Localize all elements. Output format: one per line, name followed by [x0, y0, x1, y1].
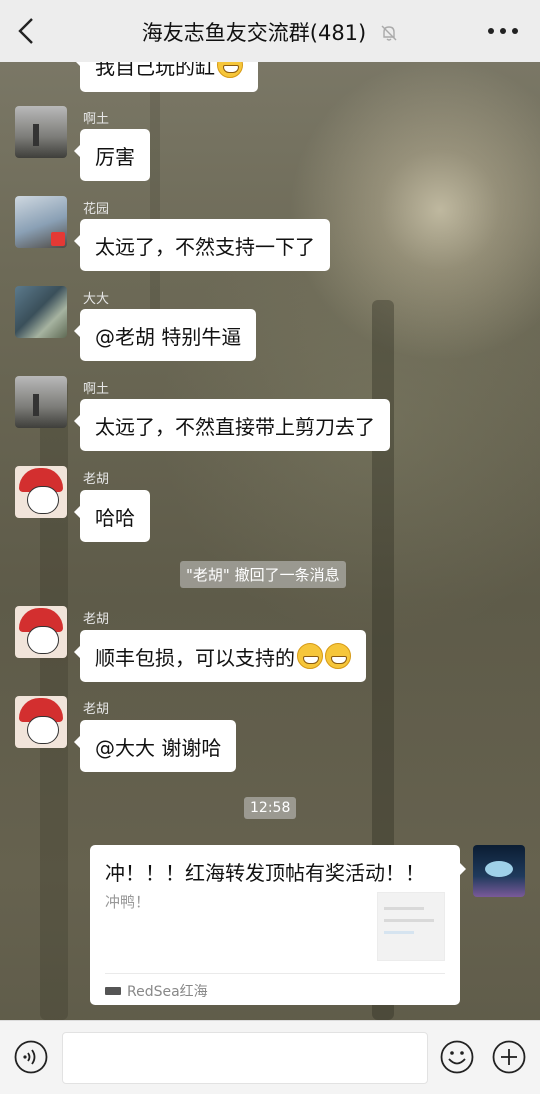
avatar[interactable]	[15, 106, 67, 158]
more-dots-icon[interactable]	[486, 20, 520, 42]
avatar[interactable]	[15, 286, 67, 338]
message-bubble[interactable]: 太远了，不然支持一下了	[74, 219, 330, 271]
avatar-face	[27, 716, 59, 744]
thumbnail-line	[384, 931, 414, 934]
message-bubble[interactable]: @大大 谢谢哈	[73, 720, 237, 772]
thumbnail-line	[384, 919, 434, 922]
sender-name: 啊土	[83, 382, 110, 397]
emoji-icon[interactable]	[440, 1040, 474, 1074]
message-text: @老胡 特别牛逼	[95, 324, 242, 349]
avatar-face	[27, 486, 59, 514]
source-logo-icon	[105, 987, 121, 995]
share-card-source: RedSea红海	[105, 981, 208, 1001]
sender-name: 花园	[83, 202, 110, 217]
message-bubble[interactable]: 顺丰包损，可以支持的	[74, 630, 366, 682]
voice-icon[interactable]	[14, 1040, 48, 1074]
message-input[interactable]	[62, 1032, 428, 1084]
message-text: 太远了，不然直接带上剪刀去了	[95, 414, 375, 439]
avatar-figure	[33, 124, 39, 146]
avatar[interactable]	[15, 376, 67, 428]
input-bar	[0, 1020, 540, 1094]
sender-name: 啊土	[83, 112, 110, 127]
avatar-fish	[485, 861, 513, 877]
chat-title: 海友志鱼友交流群(481)	[0, 17, 540, 47]
avatar[interactable]	[15, 196, 67, 248]
share-card-description: 冲鸭！	[105, 893, 151, 911]
grin-emoji-icon	[325, 643, 351, 669]
message-text: 太远了，不然支持一下了	[95, 234, 315, 259]
sender-name: 老胡	[83, 612, 110, 627]
avatar[interactable]	[15, 466, 67, 518]
message-text: 顺丰包损，可以支持的	[95, 645, 295, 670]
wallpaper-streak	[150, 60, 160, 320]
message-bubble[interactable]: @老胡 特别牛逼	[73, 309, 257, 361]
group-name: 海友志鱼友交流群(481)	[141, 21, 367, 45]
message-text: @大大 谢谢哈	[95, 735, 222, 760]
bell-muted-icon	[381, 25, 397, 41]
recall-notice: "老胡" 撤回了一条消息	[180, 561, 346, 588]
message-bubble[interactable]: 太远了，不然直接带上剪刀去了	[74, 399, 390, 451]
divider	[105, 973, 445, 974]
avatar-badge	[51, 232, 65, 246]
sender-name: 大大	[83, 292, 110, 307]
share-card-thumbnail	[377, 892, 445, 961]
message-bubble[interactable]: 哈哈	[74, 490, 150, 542]
avatar[interactable]	[15, 606, 67, 658]
avatar-face	[27, 626, 59, 654]
avatar[interactable]	[15, 696, 67, 748]
source-name: RedSea红海	[127, 984, 208, 1000]
share-card-title: 冲！！！红海转发顶帖有奖活动！！	[105, 861, 425, 885]
message-text: 厉害	[95, 144, 135, 169]
sender-name: 老胡	[83, 702, 110, 717]
thumbnail-line	[384, 907, 424, 910]
grin-emoji-icon	[297, 643, 323, 669]
plus-icon[interactable]	[492, 1040, 526, 1074]
my-avatar[interactable]	[473, 845, 525, 897]
share-card[interactable]: 冲！！！红海转发顶帖有奖活动！！ 冲鸭！ RedSea红海	[90, 845, 466, 1005]
sender-name: 老胡	[83, 472, 110, 487]
message-bubble[interactable]: 厉害	[74, 129, 150, 181]
avatar-figure	[33, 394, 39, 416]
timestamp: 12:58	[244, 797, 297, 819]
message-text: 哈哈	[95, 505, 135, 530]
title-bar-overlay: 海友志鱼友交流群(481)	[0, 0, 540, 62]
